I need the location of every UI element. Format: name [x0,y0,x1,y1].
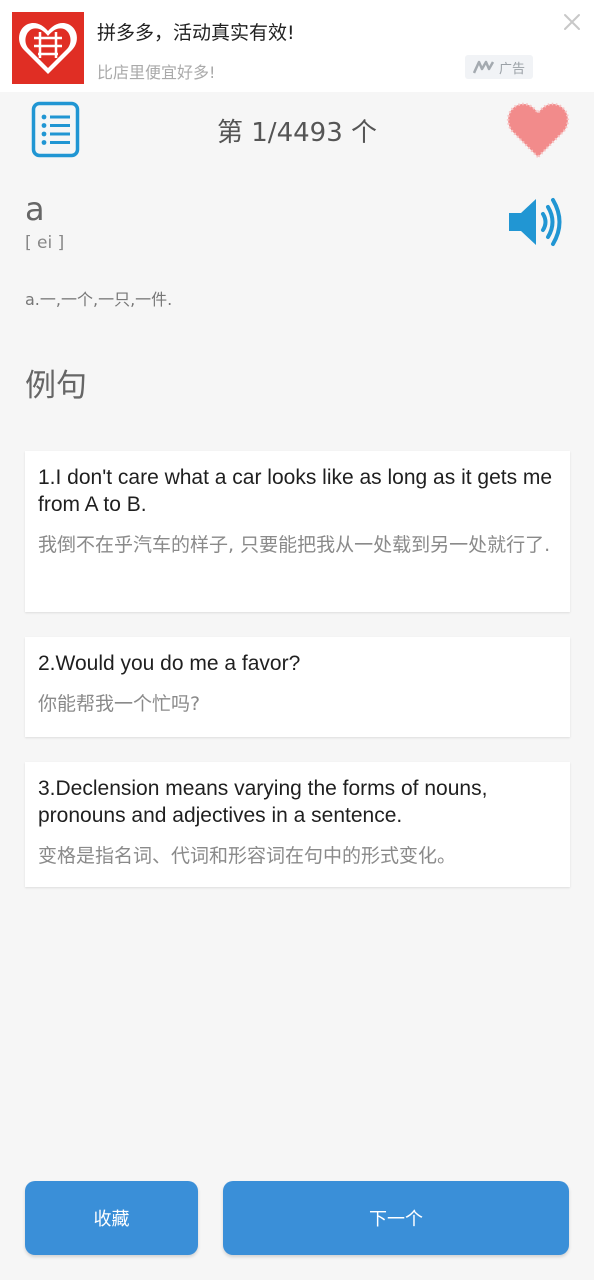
ad-title: 拼多多，活动真实有效! [97,22,295,44]
word-phonetic: [ ei ] [25,233,65,253]
example-chinese: 变格是指名词、代词和形容词在句中的形式变化。 [38,845,457,867]
ad-banner[interactable]: 拼多多，活动真实有效! 比店里便宜好多! 广告 [0,0,594,92]
pinduoduo-logo [12,12,84,84]
ad-network-icon [472,60,495,74]
close-icon[interactable] [560,10,584,34]
ad-badge-label: 广告 [498,61,525,77]
speaker-icon[interactable] [506,194,566,250]
example-english: 3.Declension means varying the forms of … [38,777,488,827]
example-english: 1.I don't care what a car looks like as … [38,466,553,516]
example-chinese: 你能帮我一个忙吗? [38,693,201,715]
word-text: a [25,190,45,228]
next-button[interactable]: 下一个 [223,1181,569,1255]
word-definition: a.一,一个,一只,一件. [25,290,173,309]
examples-title: 例句 [25,368,87,404]
example-card: 3.Declension means varying the forms of … [25,762,570,887]
example-card: 2.Would you do me a favor? 你能帮我一个忙吗? [25,637,570,737]
ad-subtitle: 比店里便宜好多! [97,63,216,82]
example-card: 1.I don't care what a car looks like as … [25,451,570,612]
example-chinese: 我倒不在乎汽车的样子, 只要能把我从一处载到另一处就行了. [38,534,551,556]
favorite-button[interactable]: 收藏 [25,1181,198,1255]
heart-icon[interactable] [505,99,571,161]
ad-badge: 广告 [465,55,533,79]
example-english: 2.Would you do me a favor? [38,652,301,675]
